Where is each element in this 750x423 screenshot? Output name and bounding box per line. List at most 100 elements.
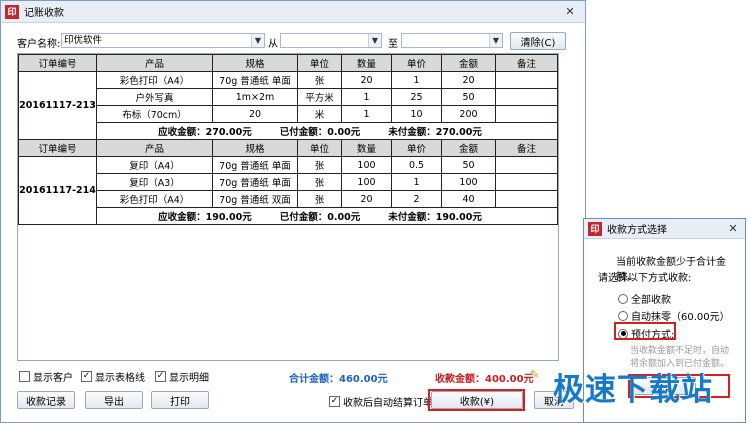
column-header[interactable]: 数量 xyxy=(341,54,392,72)
prepay-highlight xyxy=(614,322,676,340)
app-icon: 印 xyxy=(5,4,19,19)
table-cell: 10 xyxy=(391,105,442,123)
receive-amount: 收款金额：400.00元 xyxy=(435,374,534,385)
column-header[interactable]: 备注 xyxy=(495,54,558,72)
close-icon[interactable]: ✕ xyxy=(724,221,742,236)
table-row[interactable]: 20161117-213 彩色打印（A4） 70g 普通纸 单面张 20 1 20 xyxy=(18,71,558,140)
table-cell: 1m×2m xyxy=(212,88,298,106)
column-header[interactable]: 单价 xyxy=(391,54,442,72)
table-cell xyxy=(495,190,558,208)
show-detail-checkbox[interactable]: ✓ 显示明细 xyxy=(155,369,209,384)
table-cell: 1 xyxy=(391,71,442,89)
receive-button-highlight xyxy=(428,389,525,411)
column-header[interactable]: 产品 xyxy=(96,139,213,157)
table-cell: 70g 普通纸 单面 xyxy=(212,71,298,89)
to-date-picker[interactable]: ▼ xyxy=(401,33,503,48)
prepay-note-line1: 当收款金额不足时，自动 xyxy=(630,346,730,356)
show-customer-label: 显示客户 xyxy=(33,373,73,384)
show-grid-label: 显示表格线 xyxy=(95,373,145,384)
table-cell: 20 xyxy=(341,190,392,208)
column-header[interactable]: 单价 xyxy=(391,139,442,157)
summary-receivable: 应收金额：270.00元 xyxy=(158,127,252,138)
table-cell: 70g 普通纸 单面 xyxy=(212,156,298,174)
summary-unpaid: 未付金额：270.00元 xyxy=(388,127,482,138)
order-id-cell: 20161117-213 xyxy=(18,71,97,140)
to-label: 至 xyxy=(388,39,398,50)
check-icon: ✓ xyxy=(329,396,340,407)
column-header[interactable]: 数量 xyxy=(341,139,392,157)
main-window: 印 记账收款 ✕ 客户名称: 印优软件 ▼ 从 ▼ 至 ▼ 清除(C) 订单编号… xyxy=(0,0,586,423)
column-header[interactable]: 产品 xyxy=(96,54,213,72)
table-cell: 1 xyxy=(341,105,392,123)
title-bar: 印 记账收款 ✕ xyxy=(1,1,585,23)
from-date-picker[interactable]: ▼ xyxy=(280,33,382,48)
order-summary-cell: 应收金额：190.00元 已付金额：0.00元 未付金额：190.00元 xyxy=(96,207,558,225)
chevron-down-icon: ▼ xyxy=(368,34,381,47)
table-cell: 复印（A4） xyxy=(96,156,213,174)
table-cell: 米 xyxy=(297,105,342,123)
table-cell: 20 xyxy=(441,71,496,89)
table-cell: 200 xyxy=(441,105,496,123)
dialog-message-line2: 请选择以下方式收款: xyxy=(598,273,692,284)
radio-full-payment[interactable]: 全部收款 xyxy=(618,291,671,306)
summary-receivable: 应收金额：190.00元 xyxy=(158,212,252,223)
table-cell: 张 xyxy=(297,156,342,174)
order-summary-row: 应收金额：190.00元 已付金额：0.00元 未付金额：190.00元 xyxy=(19,207,558,225)
summary-paid: 已付金额：0.00元 xyxy=(279,212,361,223)
pencil-icon[interactable]: ✎ xyxy=(530,368,539,381)
order-summary-cell: 应收金额：270.00元 已付金额：0.00元 未付金额：270.00元 xyxy=(96,122,558,140)
column-header[interactable]: 单位 xyxy=(297,54,342,72)
column-header[interactable]: 规格 xyxy=(212,54,298,72)
table-cell: 2 xyxy=(391,190,442,208)
clear-button[interactable]: 清除(C) xyxy=(510,32,566,50)
column-header[interactable]: 金额 xyxy=(441,54,496,72)
table-row[interactable]: 复印（A3） 70g 普通纸 单面张 100 1 100 xyxy=(19,173,558,191)
column-header[interactable]: 金额 xyxy=(441,139,496,157)
table-cell: 张 xyxy=(297,190,342,208)
show-customer-checkbox[interactable]: 显示客户 xyxy=(19,369,73,384)
radio-full-label: 全部收款 xyxy=(631,295,671,306)
checkbox-box xyxy=(19,371,30,382)
table-cell: 0.5 xyxy=(391,156,442,174)
summary-paid: 已付金额：0.00元 xyxy=(279,127,361,138)
column-header[interactable]: 订单编号 xyxy=(18,139,97,157)
order-summary-row: 应收金额：270.00元 已付金额：0.00元 未付金额：270.00元 xyxy=(19,122,558,140)
table-cell xyxy=(495,71,558,89)
column-header[interactable]: 订单编号 xyxy=(18,54,97,72)
total-amount: 合计金额：460.00元 xyxy=(289,374,388,385)
table-cell: 50 xyxy=(441,156,496,174)
close-icon[interactable]: ✕ xyxy=(561,4,579,19)
table-cell: 25 xyxy=(391,88,442,106)
table-row[interactable]: 户外写真 1m×2m 平方米 1 25 50 xyxy=(19,88,558,106)
print-button[interactable]: 打印 xyxy=(151,391,209,409)
table-row[interactable]: 布标（70cm） 20 米 1 10 200 xyxy=(19,105,558,123)
customer-label: 客户名称: xyxy=(17,39,61,50)
chevron-down-icon: ▼ xyxy=(251,34,264,47)
chevron-down-icon: ▼ xyxy=(489,34,502,47)
table-cell: 50 xyxy=(441,88,496,106)
export-button[interactable]: 导出 xyxy=(85,391,143,409)
table-cell: 张 xyxy=(297,173,342,191)
table-cell: 1 xyxy=(391,173,442,191)
radio-icon xyxy=(618,293,628,304)
show-detail-label: 显示明细 xyxy=(169,373,209,384)
show-grid-checkbox[interactable]: ✓ 显示表格线 xyxy=(81,369,145,384)
check-icon: ✓ xyxy=(155,371,166,382)
radio-auto-round[interactable]: 自动抹零（60.00元） xyxy=(618,308,730,323)
receipt-records-button[interactable]: 收款记录 xyxy=(17,391,75,409)
order-id-cell: 20161117-214 xyxy=(18,156,97,225)
column-header[interactable]: 规格 xyxy=(212,139,298,157)
table-row[interactable]: 20161117-214 复印（A4） 70g 普通纸 单面张 100 0.5 50 xyxy=(18,156,558,225)
table-cell: 70g 普通纸 单面 xyxy=(212,173,298,191)
table-header-row: 订单编号 产品 规格 单位 数量 单价 金额 备注 xyxy=(18,54,558,72)
customer-select[interactable]: 印优软件 ▼ xyxy=(61,33,265,48)
table-cell: 20 xyxy=(212,105,298,123)
dialog-title: 收款方式选择 xyxy=(607,225,667,236)
column-header[interactable]: 备注 xyxy=(495,139,558,157)
table-cell xyxy=(495,173,558,191)
table-row[interactable]: 彩色打印（A4） 70g 普通纸 双面张 20 2 40 xyxy=(19,190,558,208)
radio-auto-label: 自动抹零（60.00元） xyxy=(631,312,730,323)
auto-settle-checkbox[interactable]: ✓ 收款后自动结算订单 xyxy=(329,394,433,409)
summary-unpaid: 未付金额：190.00元 xyxy=(388,212,482,223)
column-header[interactable]: 单位 xyxy=(297,139,342,157)
